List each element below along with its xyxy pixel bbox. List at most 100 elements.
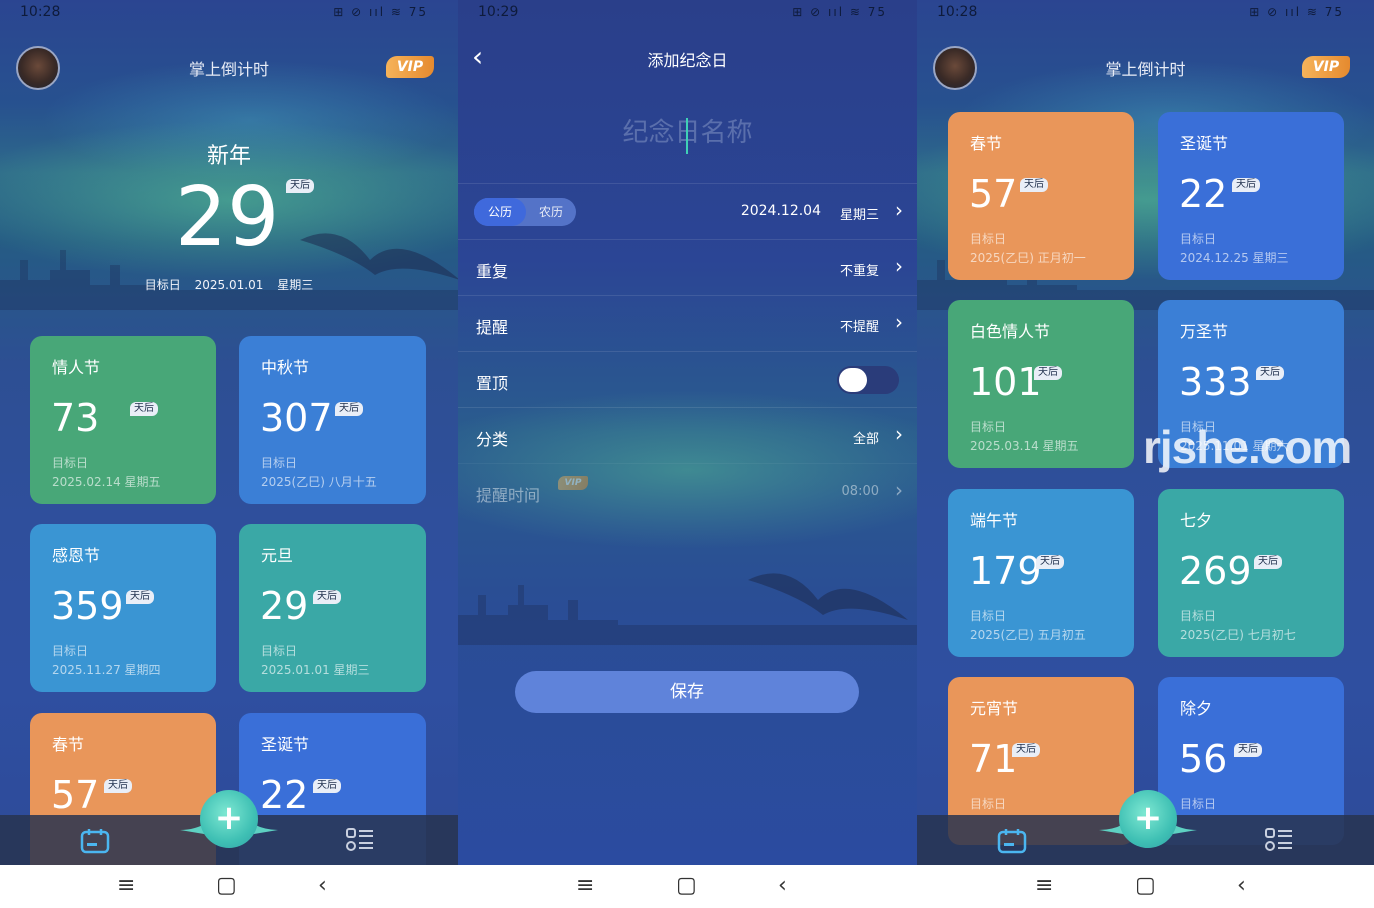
- row-value: 不重复: [839, 264, 879, 279]
- card-target-label: 目标日: [1180, 609, 1217, 623]
- card-name: 情人节: [52, 358, 101, 377]
- event-card[interactable]: 七夕 269 天后 目标日 2025(乙巳) 七月初七: [1158, 489, 1344, 657]
- date-row[interactable]: 公历 农历 2024.12.04 星期三 ›: [458, 183, 917, 239]
- home-icon[interactable]: ▢: [676, 873, 697, 898]
- row-label: 置顶: [476, 374, 509, 393]
- card-tag: 天后: [130, 402, 158, 416]
- row-value: 全部: [852, 432, 879, 447]
- card-target-label: 目标日: [970, 232, 1007, 246]
- card-tag: 天后: [313, 779, 341, 793]
- event-card[interactable]: 中秋节 307 天后 目标日 2025(乙巳) 八月十五: [239, 336, 426, 504]
- card-days: 307: [260, 396, 333, 440]
- category-row[interactable]: 分类 全部 ›: [458, 407, 917, 463]
- card-name: 春节: [52, 735, 85, 754]
- add-anniversary-screen: 10:29 ⊞ ⊘ ııl ≋ 75 ‹ 添加纪念日 公历 农历 2024.12…: [458, 0, 917, 908]
- back-icon[interactable]: ‹: [1237, 873, 1246, 898]
- seagull-image: [748, 573, 908, 620]
- system-nav-bar: ≡ ▢ ‹: [458, 865, 917, 908]
- hero-target-date: 2025.01.01: [194, 278, 264, 292]
- status-icons: ⊞ ⊘ ııl ≋ 75: [1249, 5, 1344, 19]
- back-icon[interactable]: ‹: [778, 873, 787, 898]
- vip-badge[interactable]: VIP: [1302, 56, 1350, 78]
- calendar-tab-icon[interactable]: [997, 828, 1027, 854]
- calendar-type-toggle[interactable]: 公历 农历: [474, 198, 576, 226]
- card-name: 圣诞节: [1180, 134, 1229, 153]
- vip-badge[interactable]: VIP: [386, 56, 434, 78]
- menu-icon[interactable]: ≡: [576, 873, 594, 898]
- card-tag: 天后: [313, 590, 341, 604]
- card-name: 白色情人节: [970, 322, 1051, 341]
- event-card[interactable]: 圣诞节 22 天后 目标日 2024.12.25 星期三: [1158, 112, 1344, 280]
- home-icon[interactable]: ▢: [216, 873, 237, 898]
- event-card[interactable]: 情人节 73 天后 目标日 2025.02.14 星期五: [30, 336, 216, 504]
- hero-target-line: 目标日 2025.01.01 星期三: [0, 276, 458, 293]
- card-target-date: 2025(乙巳) 八月十五: [261, 475, 377, 489]
- card-days: 57: [969, 172, 1018, 216]
- card-target-date: 2025.02.14 星期五: [52, 475, 161, 489]
- card-tag: 天后: [1254, 555, 1282, 569]
- card-name: 除夕: [1180, 699, 1213, 718]
- chevron-right-icon: ›: [895, 422, 903, 446]
- card-target-date: 2025(乙巳) 五月初五: [970, 628, 1086, 642]
- card-name: 感恩节: [52, 546, 101, 565]
- add-event-button[interactable]: +: [1119, 790, 1177, 848]
- seagull-image: [300, 233, 458, 280]
- status-time: 10:28: [20, 4, 61, 20]
- card-days: 101: [969, 360, 1042, 404]
- status-icons: ⊞ ⊘ ııl ≋ 75: [792, 5, 887, 19]
- card-days: 73: [51, 396, 100, 440]
- event-card[interactable]: 白色情人节 101 天后 目标日 2025.03.14 星期五: [948, 300, 1134, 468]
- event-grid-screen: 10:28 ⊞ ⊘ ııl ≋ 75 掌上倒计时 VIP 春节 57 天后 目标…: [917, 0, 1374, 908]
- card-tag: 天后: [1232, 178, 1260, 192]
- home-screen: 10:28 ⊞ ⊘ ııl ≋ 75 掌上倒计时 VIP 新年 29 天后 目标…: [0, 0, 458, 908]
- card-target-date: 2025.03.14 星期五: [970, 439, 1079, 453]
- save-button[interactable]: 保存: [515, 671, 859, 713]
- card-name: 春节: [970, 134, 1003, 153]
- status-bar: 10:28 ⊞ ⊘ ııl ≋ 75: [917, 0, 1374, 26]
- card-target-date: 2025.01.01 星期三: [261, 663, 370, 677]
- add-event-button[interactable]: +: [200, 790, 258, 848]
- card-tag: 天后: [1020, 178, 1048, 192]
- card-days: 56: [1179, 737, 1228, 781]
- repeat-row[interactable]: 重复 不重复 ›: [458, 239, 917, 295]
- card-tag: 天后: [1036, 555, 1064, 569]
- card-name: 元宵节: [970, 699, 1019, 718]
- card-days: 71: [969, 737, 1018, 781]
- hero-event-name: 新年: [206, 144, 251, 169]
- event-card[interactable]: 元旦 29 天后 目标日 2025.01.01 星期三: [239, 524, 426, 692]
- solar-calendar-option[interactable]: 公历: [474, 198, 526, 226]
- menu-icon[interactable]: ≡: [1035, 873, 1053, 898]
- card-days: 29: [260, 584, 309, 628]
- hero-days-count[interactable]: 29: [175, 168, 279, 268]
- card-days: 22: [1179, 172, 1228, 216]
- reminder-row[interactable]: 提醒 不提醒 ›: [458, 295, 917, 351]
- row-label: 分类: [476, 430, 509, 449]
- list-tab-icon[interactable]: [1264, 828, 1294, 852]
- pin-top-toggle[interactable]: [837, 366, 899, 394]
- status-bar: 10:28 ⊞ ⊘ ııl ≋ 75: [0, 0, 458, 26]
- back-icon[interactable]: ‹: [318, 873, 327, 898]
- card-target-date: 2025.11.27 星期四: [52, 663, 161, 677]
- card-target-label: 目标日: [1180, 232, 1217, 246]
- card-tag: 天后: [126, 590, 154, 604]
- days-after-tag: 天后: [286, 179, 314, 193]
- card-target-label: 目标日: [52, 644, 89, 658]
- card-tag: 天后: [335, 402, 363, 416]
- card-tag: 天后: [104, 779, 132, 793]
- card-name: 圣诞节: [261, 735, 310, 754]
- hero-target-label: 目标日: [144, 278, 181, 292]
- event-card[interactable]: 端午节 179 天后 目标日 2025(乙巳) 五月初五: [948, 489, 1134, 657]
- menu-icon[interactable]: ≡: [117, 873, 135, 898]
- card-target-label: 目标日: [261, 456, 298, 470]
- calendar-tab-icon[interactable]: [80, 828, 110, 854]
- row-label: 重复: [476, 262, 509, 281]
- reminder-time-row[interactable]: 提醒时间 VIP 08:00 ›: [458, 463, 917, 519]
- card-tag: 天后: [1234, 743, 1262, 757]
- page-title: 添加纪念日: [647, 51, 728, 70]
- home-icon[interactable]: ▢: [1135, 873, 1156, 898]
- card-target-label: 目标日: [970, 797, 1007, 811]
- lunar-calendar-option[interactable]: 农历: [526, 198, 576, 226]
- list-tab-icon[interactable]: [345, 828, 375, 852]
- event-card[interactable]: 春节 57 天后 目标日 2025(乙巳) 正月初一: [948, 112, 1134, 280]
- event-card[interactable]: 感恩节 359 天后 目标日 2025.11.27 星期四: [30, 524, 216, 692]
